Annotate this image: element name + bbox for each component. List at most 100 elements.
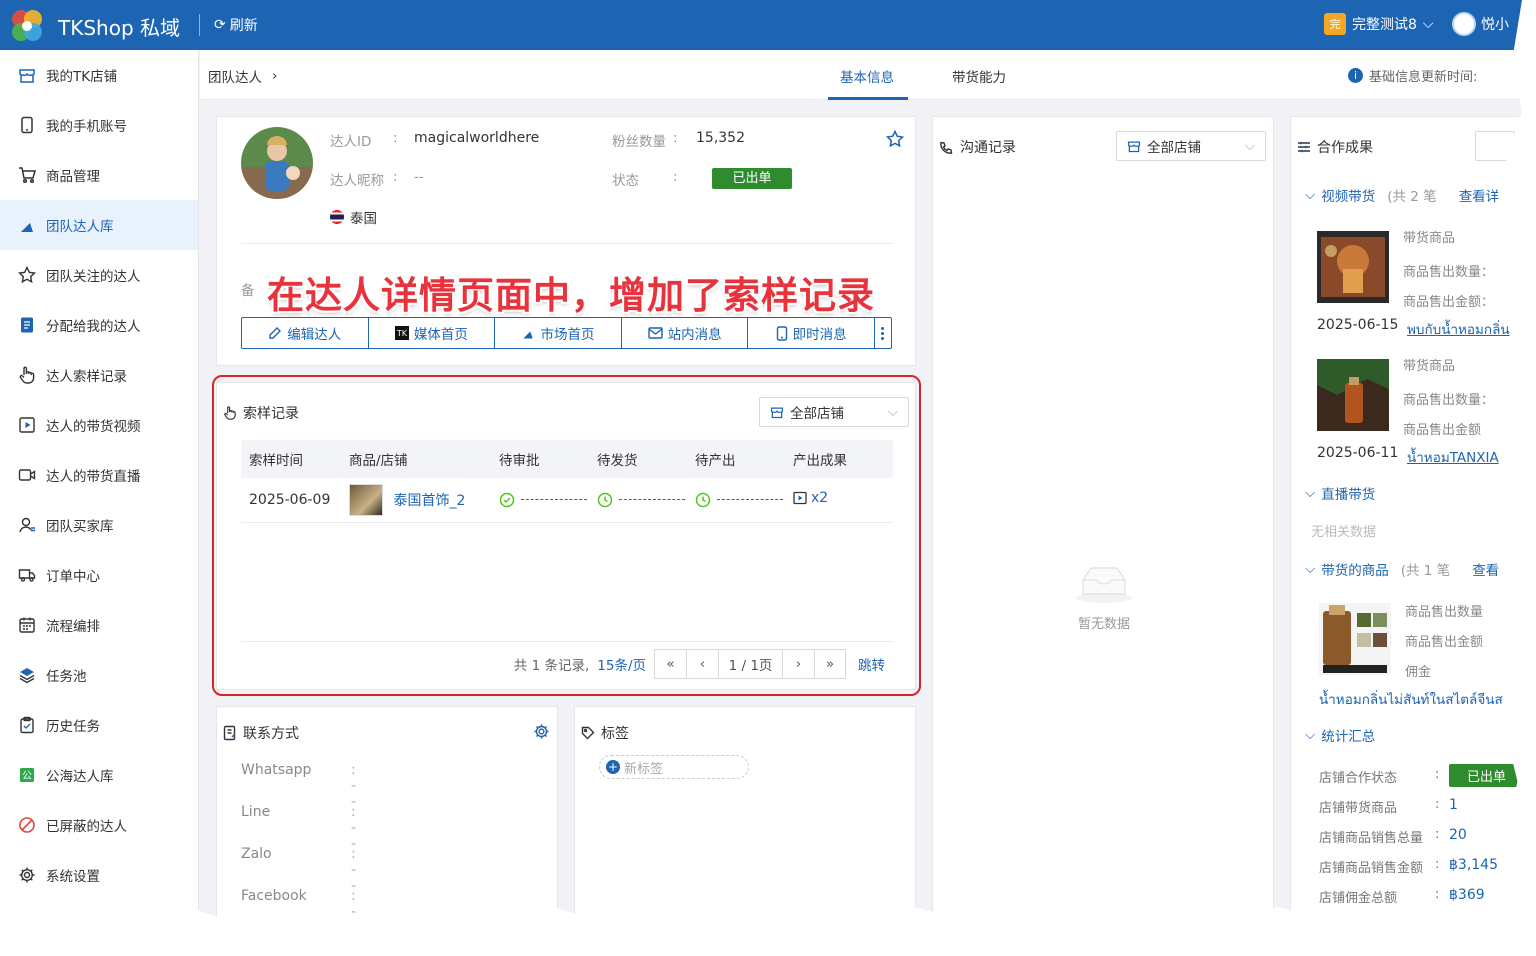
tab-basic-info[interactable]: 基本信息 xyxy=(840,66,894,86)
sidebar-item-phone-account[interactable]: 我的手机账号 xyxy=(0,100,198,150)
sidebar-item-creator-videos[interactable]: 达人的带货视频 xyxy=(0,400,198,450)
fans-label: 粉丝数量 xyxy=(612,134,666,150)
settings-gear-icon[interactable] xyxy=(533,723,550,740)
site-message-button[interactable]: 站内消息 xyxy=(622,318,749,348)
last-page-button[interactable]: » xyxy=(814,649,846,679)
video-sales-group[interactable]: ⌵ 视频带货 (共 2 笔 查看详 xyxy=(1305,185,1499,205)
user-menu[interactable]: 悦小 xyxy=(1452,12,1509,36)
video-thumbnail[interactable] xyxy=(1317,231,1389,303)
refresh-button[interactable]: ⟳ 刷新 xyxy=(214,15,258,35)
sidebar-item-history-tasks[interactable]: 历史任务 xyxy=(0,700,198,750)
edit-creator-label: 编辑达人 xyxy=(287,327,342,343)
sidebar-item-products[interactable]: 商品管理 xyxy=(0,150,198,200)
coop-shop-filter-select[interactable] xyxy=(1475,131,1515,161)
tab-sales-ability[interactable]: 带货能力 xyxy=(952,66,1006,86)
comm-shop-filter-select[interactable]: 全部店铺 ⌵ xyxy=(1116,131,1266,161)
stat-value[interactable]: 1 xyxy=(1449,797,1458,813)
sidebar-item-assigned-creators[interactable]: 分配给我的达人 xyxy=(0,300,198,350)
goods-link[interactable]: น้ำหอมกลิ่นไม่สันท์ในสไตล์จีนส xyxy=(1319,688,1503,710)
sidebar-item-orders[interactable]: 订单中心 xyxy=(0,550,198,600)
stat-label: 店铺商品销售总量 xyxy=(1319,831,1424,846)
goods-sold-qty-label: 商品售出数量 xyxy=(1405,605,1484,620)
breadcrumb-item[interactable]: 团队达人 xyxy=(208,66,262,86)
sliders-icon xyxy=(1298,141,1310,153)
sidebar-item-public-pool[interactable]: 公 公海达人库 xyxy=(0,750,198,800)
shop-link[interactable]: 泰国首饰_2 xyxy=(393,493,465,509)
truck-icon xyxy=(18,569,36,582)
status-badge: 已出单 xyxy=(712,168,792,189)
page-size-select[interactable]: 15条/页 xyxy=(597,654,646,674)
sidebar-item-tk-shop[interactable]: 我的TK店铺 xyxy=(0,50,198,100)
view-details-link[interactable]: 查看详 xyxy=(1459,185,1500,205)
table-header-row: 索样时间 商品/店铺 待审批 待发货 待产出 产出成果 xyxy=(241,440,893,478)
table-row[interactable]: 2025-06-09 泰国首饰_2 x2 xyxy=(241,478,893,523)
top-bar: TKShop 私域 ⟳ 刷新 完 完整测试8 ⌵ 悦小 xyxy=(0,0,1522,50)
team-badge: 完 xyxy=(1324,13,1346,35)
chevron-down-icon: ⌵ xyxy=(1305,485,1316,501)
more-actions-button[interactable] xyxy=(875,318,891,348)
plus-icon: + xyxy=(606,760,620,774)
sidebar-item-team-creators[interactable]: 团队达人库 xyxy=(0,200,198,250)
public-pool-icon: 公 xyxy=(20,768,34,782)
cooperation-title: 合作成果 xyxy=(1297,137,1373,157)
sidebar-item-followed-creators[interactable]: 团队关注的达人 xyxy=(0,250,198,300)
clock-icon xyxy=(597,492,613,507)
shop-filter-select[interactable]: 全部店铺 ⌵ xyxy=(759,397,909,427)
video-product-label: 带货商品 xyxy=(1403,231,1456,246)
first-page-button[interactable]: « xyxy=(654,649,686,679)
sidebar-item-blocked-creators[interactable]: 已屏蔽的达人 xyxy=(0,800,198,850)
product-thumbnail[interactable] xyxy=(1319,603,1391,675)
sidebar-item-sample-records[interactable]: 达人索样记录 xyxy=(0,350,198,400)
chevron-down-icon: ⌵ xyxy=(1244,138,1255,154)
video-thumbnail[interactable] xyxy=(1317,359,1389,431)
tags-card: 标签 + 新标签 xyxy=(574,706,916,927)
info-icon: i xyxy=(1348,68,1363,83)
sidebar-item-buyers[interactable]: 团队买家库 xyxy=(0,500,198,550)
sidebar-item-label: 团队买家库 xyxy=(46,519,114,535)
stat-row: 店铺合作状态 : 已出单 xyxy=(1319,764,1522,787)
sidebar-item-label: 达人索样记录 xyxy=(46,369,127,385)
output-count[interactable]: x2 xyxy=(811,490,828,506)
sidebar-item-workflow[interactable]: 流程编排 xyxy=(0,600,198,650)
goods-view-link[interactable]: 查看 xyxy=(1472,559,1499,579)
sidebar-item-settings[interactable]: 系统设置 xyxy=(0,850,198,900)
video-sold-qty-label: 商品售出数量： xyxy=(1403,393,1495,408)
sidebar-item-label: 任务池 xyxy=(46,669,87,685)
favorite-star-icon[interactable] xyxy=(886,130,904,148)
contact-icon xyxy=(223,725,236,741)
team-selector[interactable]: 完 完整测试8 ⌵ xyxy=(1324,13,1434,35)
sidebar-item-task-pool[interactable]: 任务池 xyxy=(0,650,198,700)
video-link[interactable]: น้ำหอมTANXIA xyxy=(1407,446,1499,468)
dot xyxy=(881,331,885,335)
check-circle-icon xyxy=(499,492,515,507)
goods-count: (共 1 笔 xyxy=(1400,563,1451,579)
jump-button[interactable]: 跳转 xyxy=(858,654,885,674)
instant-message-button[interactable]: 即时消息 xyxy=(748,318,875,348)
update-time: i 基础信息更新时间: xyxy=(1348,66,1477,85)
creator-library-icon xyxy=(20,219,33,232)
prev-page-button[interactable]: ‹ xyxy=(686,649,718,679)
sidebar-item-label: 我的手机账号 xyxy=(46,119,127,135)
new-tag-label: 新标签 xyxy=(624,761,664,777)
sidebar-item-creator-lives[interactable]: 达人的带货直播 xyxy=(0,450,198,500)
new-tag-button[interactable]: + 新标签 xyxy=(599,755,749,779)
nickname-value: -- xyxy=(414,169,424,185)
output-step xyxy=(687,478,785,523)
stats-group[interactable]: ⌵ 统计汇总 xyxy=(1305,725,1375,745)
market-home-button[interactable]: 市场首页 xyxy=(495,318,622,348)
page-buttons: « ‹ 1 / 1页 › » xyxy=(654,649,846,679)
goods-group[interactable]: ⌵ 带货的商品 (共 1 笔 查看 xyxy=(1305,559,1499,579)
video-link[interactable]: พบกับน้ำหอมกลิ่น xyxy=(1407,318,1510,340)
fans-value: 15,352 xyxy=(696,130,745,146)
breadcrumb[interactable]: 团队达人 › xyxy=(208,66,277,86)
dot xyxy=(881,336,885,340)
next-page-button[interactable]: › xyxy=(782,649,814,679)
edit-creator-button[interactable]: 编辑达人 xyxy=(242,318,369,348)
media-home-button[interactable]: TK 媒体首页 xyxy=(369,318,496,348)
live-sales-group[interactable]: ⌵ 直播带货 xyxy=(1305,483,1375,503)
step-connector xyxy=(521,499,587,501)
column-header: 待审批 xyxy=(491,440,589,478)
stat-row: 店铺佣金总额 : ฿369 xyxy=(1319,887,1485,906)
output-result[interactable]: x2 xyxy=(785,478,893,523)
sidebar-item-label: 订单中心 xyxy=(46,569,100,585)
